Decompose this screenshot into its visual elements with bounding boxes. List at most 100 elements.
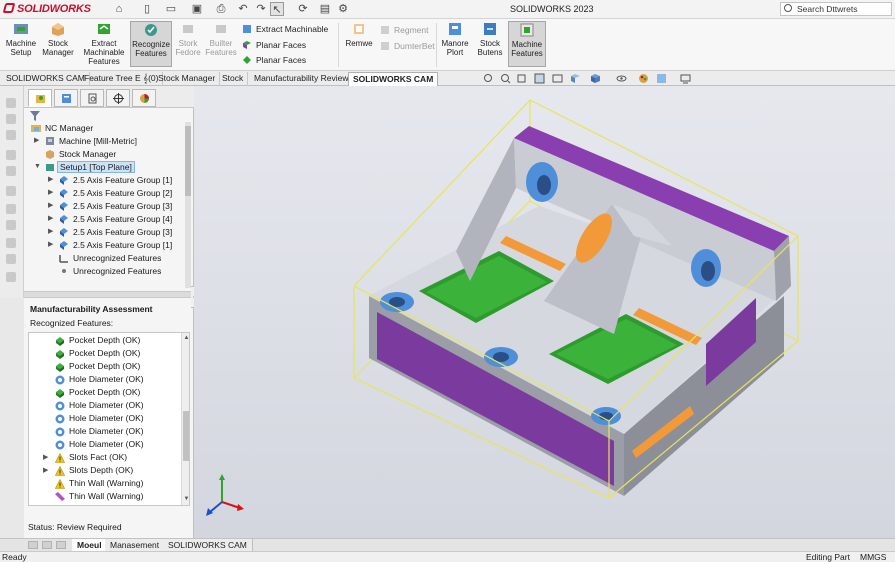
tab-configuration-manager[interactable] bbox=[80, 89, 104, 107]
file-properties-icon[interactable]: ▤ bbox=[318, 2, 332, 16]
strip-tool-icon[interactable] bbox=[6, 238, 16, 248]
tab-scroll-prev-icon[interactable] bbox=[42, 541, 52, 549]
zoom-to-fit-icon[interactable] bbox=[483, 73, 494, 84]
tree-node-setup1[interactable]: ▼ Setup1 [Top Plane] bbox=[34, 161, 135, 173]
strip-tool-icon[interactable] bbox=[6, 98, 16, 108]
expand-arrow-icon[interactable]: ▶ bbox=[48, 239, 53, 251]
tree-node-feature-group[interactable]: ▶ 2.5 Axis Feature Group [3] bbox=[48, 226, 172, 238]
tab-scroll-left-icon[interactable] bbox=[28, 541, 38, 549]
dynamic-annotation-icon[interactable] bbox=[552, 73, 563, 84]
new-document-icon[interactable]: ▯ bbox=[140, 2, 154, 16]
scrollbar-thumb[interactable] bbox=[185, 126, 191, 196]
strip-tool-icon[interactable] bbox=[6, 114, 16, 124]
display-style-icon[interactable] bbox=[590, 73, 601, 84]
home-icon[interactable]: ⌂ bbox=[112, 2, 126, 16]
panel-splitter[interactable] bbox=[24, 291, 194, 298]
builter-features-button[interactable]: Builter Features bbox=[204, 21, 238, 57]
stock-manager-button[interactable]: Stock Manager bbox=[40, 21, 76, 57]
machine-features-button[interactable]: Machine Features bbox=[508, 21, 546, 67]
tab-feature-tree[interactable]: Feature Tree E 𝄞(0) bbox=[80, 72, 164, 86]
planar-faces-button-1[interactable]: Planar Faces bbox=[242, 38, 306, 52]
extract-machinable-small-button[interactable]: Extract Machinable bbox=[242, 22, 328, 36]
scroll-down-icon[interactable]: ▼ bbox=[183, 495, 189, 503]
stork-fedore-button[interactable]: Stork Fedore bbox=[174, 21, 202, 57]
zoom-area-icon[interactable] bbox=[500, 73, 511, 84]
expand-arrow-icon[interactable]: ▶ bbox=[34, 135, 39, 147]
tree-node-nc-manager[interactable]: NC Manager bbox=[31, 122, 93, 134]
scroll-up-icon[interactable]: ▲ bbox=[183, 334, 189, 342]
expand-arrow-icon[interactable]: ▶ bbox=[43, 464, 48, 477]
tree-node-machine[interactable]: ▶ Machine [Mill-Metric] bbox=[34, 135, 137, 147]
expand-arrow-icon[interactable]: ▶ bbox=[48, 226, 53, 238]
recognize-features-button[interactable]: Recognize Features bbox=[130, 21, 172, 67]
tab-solidworks-cam-active[interactable]: SOLIDWORKS CAM bbox=[348, 72, 439, 86]
status-units[interactable]: MMGS bbox=[860, 552, 886, 562]
filter-icon[interactable] bbox=[30, 111, 40, 121]
strip-tool-icon[interactable] bbox=[6, 204, 16, 214]
search-input[interactable]: Search Dttwrets bbox=[780, 2, 892, 16]
manore-plort-button[interactable]: Manore Plort bbox=[440, 21, 470, 57]
strip-tool-icon[interactable] bbox=[6, 166, 16, 176]
tab-solidworks-cam-bottom[interactable]: SOLIDWORKS CAM bbox=[163, 539, 253, 551]
strip-tool-icon[interactable] bbox=[6, 254, 16, 264]
tree-node-unrecognized-features[interactable]: Unrecognized Features bbox=[59, 252, 161, 264]
section-view-icon[interactable] bbox=[534, 73, 545, 84]
open-folder-icon[interactable]: ▭ bbox=[164, 2, 178, 16]
tab-model[interactable]: Moeul bbox=[72, 539, 108, 551]
cam-part-model[interactable] bbox=[194, 86, 895, 538]
remwe-button[interactable]: Remwe bbox=[342, 21, 376, 48]
edit-appearance-icon[interactable] bbox=[638, 73, 649, 84]
stock-butens-button[interactable]: Stock Butens bbox=[474, 21, 506, 57]
save-icon[interactable]: ▣ bbox=[190, 2, 204, 16]
previous-view-icon[interactable] bbox=[516, 73, 527, 84]
tree-node-feature-group[interactable]: ▶ 2.5 Axis Feature Group [1] bbox=[48, 239, 172, 251]
select-pointer-icon[interactable]: ↖ bbox=[270, 2, 284, 16]
planar-faces-button-2[interactable]: Planar Faces bbox=[242, 53, 306, 67]
redo-icon[interactable]: ↷ bbox=[254, 2, 268, 16]
tab-manufacturability-review[interactable]: Manufacturability Review bbox=[250, 72, 354, 86]
expand-arrow-icon[interactable]: ▶ bbox=[48, 213, 53, 225]
graphics-viewport[interactable] bbox=[194, 86, 895, 538]
strip-tool-icon[interactable] bbox=[6, 272, 16, 282]
strip-tool-icon[interactable] bbox=[6, 150, 16, 160]
tree-node-unrecognized-features[interactable]: Unrecognized Features bbox=[60, 265, 161, 277]
view-orientation-icon[interactable] bbox=[570, 73, 581, 84]
assessment-scrollbar[interactable]: ▲ ▼ bbox=[181, 333, 189, 505]
print-icon[interactable]: ⎙ bbox=[214, 2, 228, 16]
strip-tool-icon[interactable] bbox=[6, 186, 16, 196]
tab-property-manager[interactable] bbox=[54, 89, 78, 107]
tree-scrollbar[interactable] bbox=[185, 122, 191, 288]
tab-stock-manager[interactable]: Stock Manager bbox=[154, 72, 221, 86]
expand-arrow-icon[interactable]: ▶ bbox=[48, 187, 53, 199]
strip-tool-icon[interactable] bbox=[6, 220, 16, 230]
rebuild-icon[interactable]: ⟳ bbox=[296, 2, 310, 16]
tab-scroll-next-icon[interactable] bbox=[56, 541, 66, 549]
extract-machinable-features-button[interactable]: Extract Machinable Features bbox=[80, 21, 128, 66]
tab-feature-manager[interactable] bbox=[28, 89, 52, 107]
options-gear-icon[interactable]: ⚙ bbox=[336, 2, 350, 16]
hide-show-items-icon[interactable] bbox=[616, 73, 627, 84]
solidworks-logo[interactable]: SOLIDWORKS bbox=[2, 3, 91, 15]
apply-scene-icon[interactable] bbox=[656, 73, 667, 84]
tab-stock[interactable]: Stock bbox=[218, 72, 249, 86]
tree-node-feature-group[interactable]: ▶ 2.5 Axis Feature Group [2] bbox=[48, 187, 172, 199]
tab-dim-xpert[interactable] bbox=[106, 89, 130, 107]
expand-arrow-icon[interactable]: ▶ bbox=[48, 200, 53, 212]
collapse-arrow-icon[interactable]: ▼ bbox=[34, 161, 41, 173]
tab-solidworks-cam[interactable]: SOLIDWORKS CAM bbox=[2, 72, 90, 86]
tab-management[interactable]: Manasement bbox=[105, 539, 166, 551]
view-settings-icon[interactable] bbox=[680, 73, 691, 84]
tree-node-stock-manager[interactable]: Stock Manager bbox=[46, 148, 116, 160]
expand-arrow-icon[interactable]: ▶ bbox=[43, 451, 48, 464]
expand-arrow-icon[interactable]: ▶ bbox=[48, 174, 53, 186]
machine-setup-button[interactable]: Machine Setup bbox=[4, 21, 38, 57]
tree-node-feature-group[interactable]: ▶ 2.5 Axis Feature Group [4] bbox=[48, 213, 172, 225]
tree-node-feature-group[interactable]: ▶ 2.5 Axis Feature Group [1] bbox=[48, 174, 172, 186]
strip-tool-icon[interactable] bbox=[6, 130, 16, 140]
scrollbar-thumb[interactable] bbox=[183, 411, 189, 461]
dumterbet-button[interactable]: DumterBet bbox=[380, 39, 435, 53]
tab-display-manager[interactable] bbox=[132, 89, 156, 107]
undo-icon[interactable]: ↶ bbox=[236, 2, 250, 16]
regment-button[interactable]: Regment bbox=[380, 23, 429, 37]
tree-node-feature-group[interactable]: ▶ 2.5 Axis Feature Group [3] bbox=[48, 200, 172, 212]
